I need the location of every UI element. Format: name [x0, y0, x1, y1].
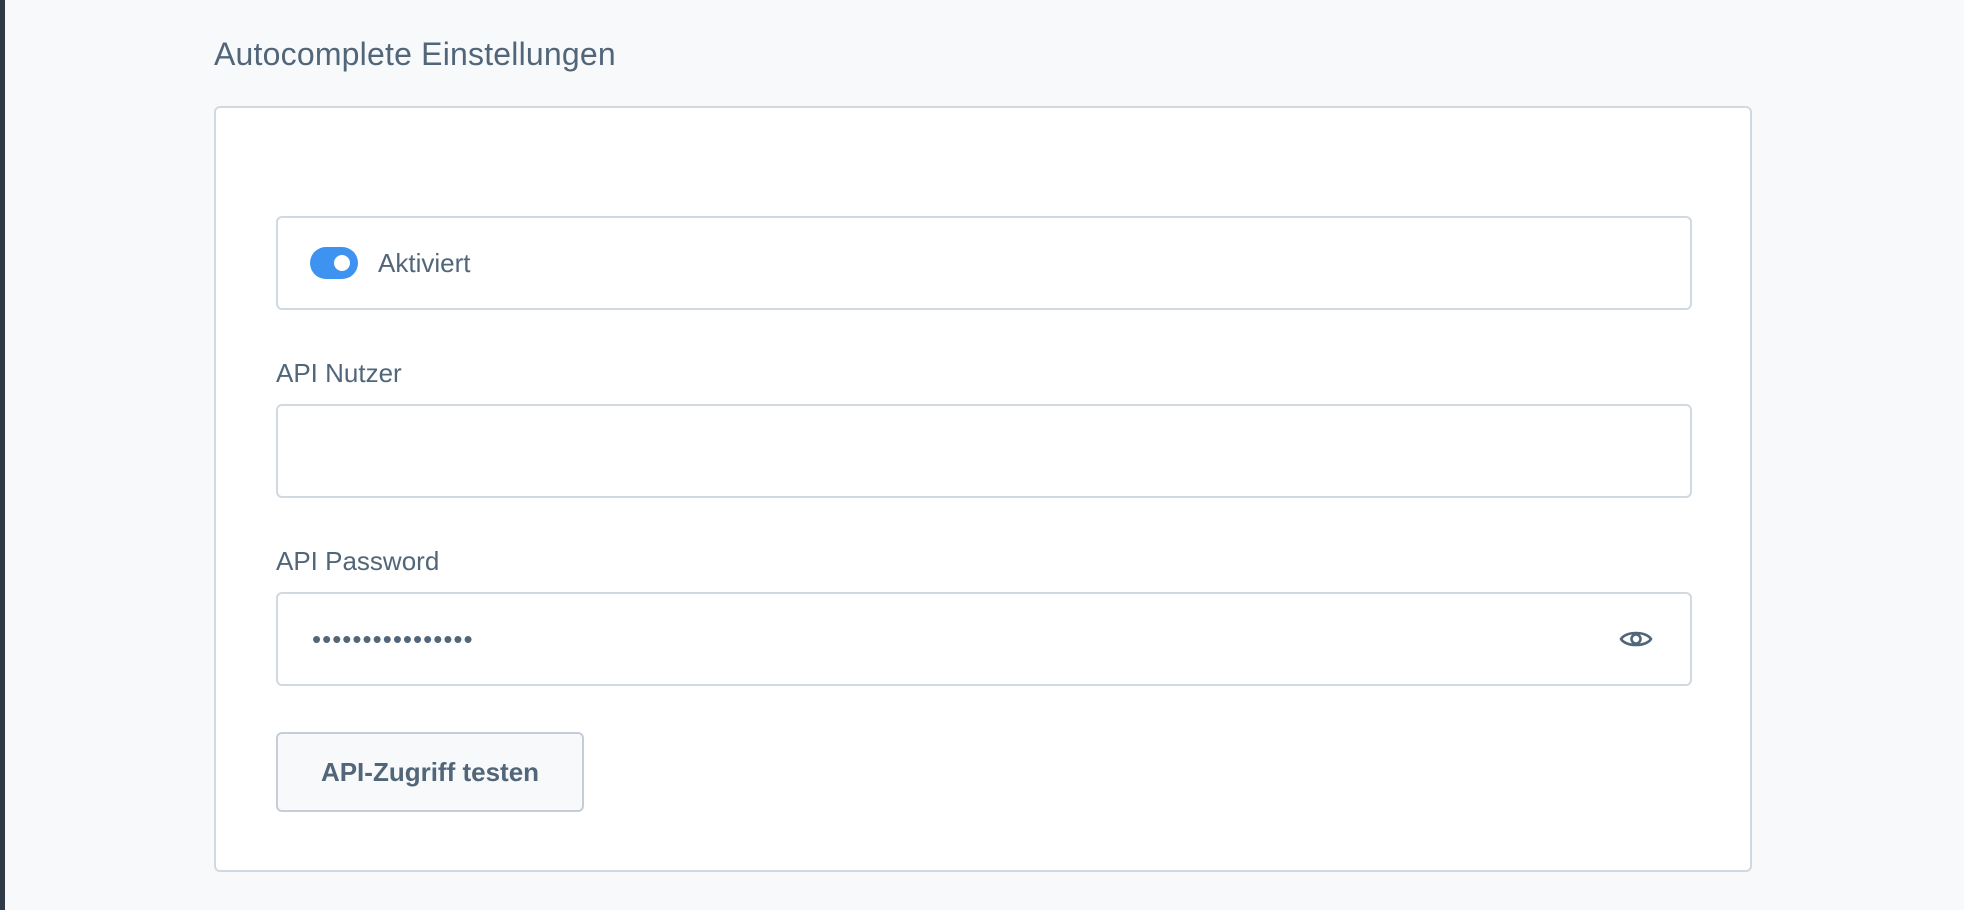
api-password-label: API Password [276, 546, 440, 576]
activation-toggle-row: Aktiviert [276, 216, 1692, 310]
api-user-label: API Nutzer [276, 358, 402, 388]
test-api-access-button[interactable]: API-Zugriff testen [276, 732, 584, 812]
left-sidebar-edge [0, 0, 5, 910]
api-user-field-container [276, 404, 1692, 498]
settings-card: Aktiviert API Nutzer API Password API-Zu… [214, 106, 1752, 872]
api-password-field-container [276, 592, 1692, 686]
api-password-input[interactable] [310, 608, 1616, 670]
activation-toggle-label: Aktiviert [378, 247, 471, 278]
section-title: Autocomplete Einstellungen [214, 36, 616, 72]
activation-toggle[interactable] [310, 247, 358, 279]
toggle-knob [334, 255, 350, 271]
eye-icon[interactable] [1616, 619, 1656, 659]
api-user-input[interactable] [310, 420, 1690, 482]
